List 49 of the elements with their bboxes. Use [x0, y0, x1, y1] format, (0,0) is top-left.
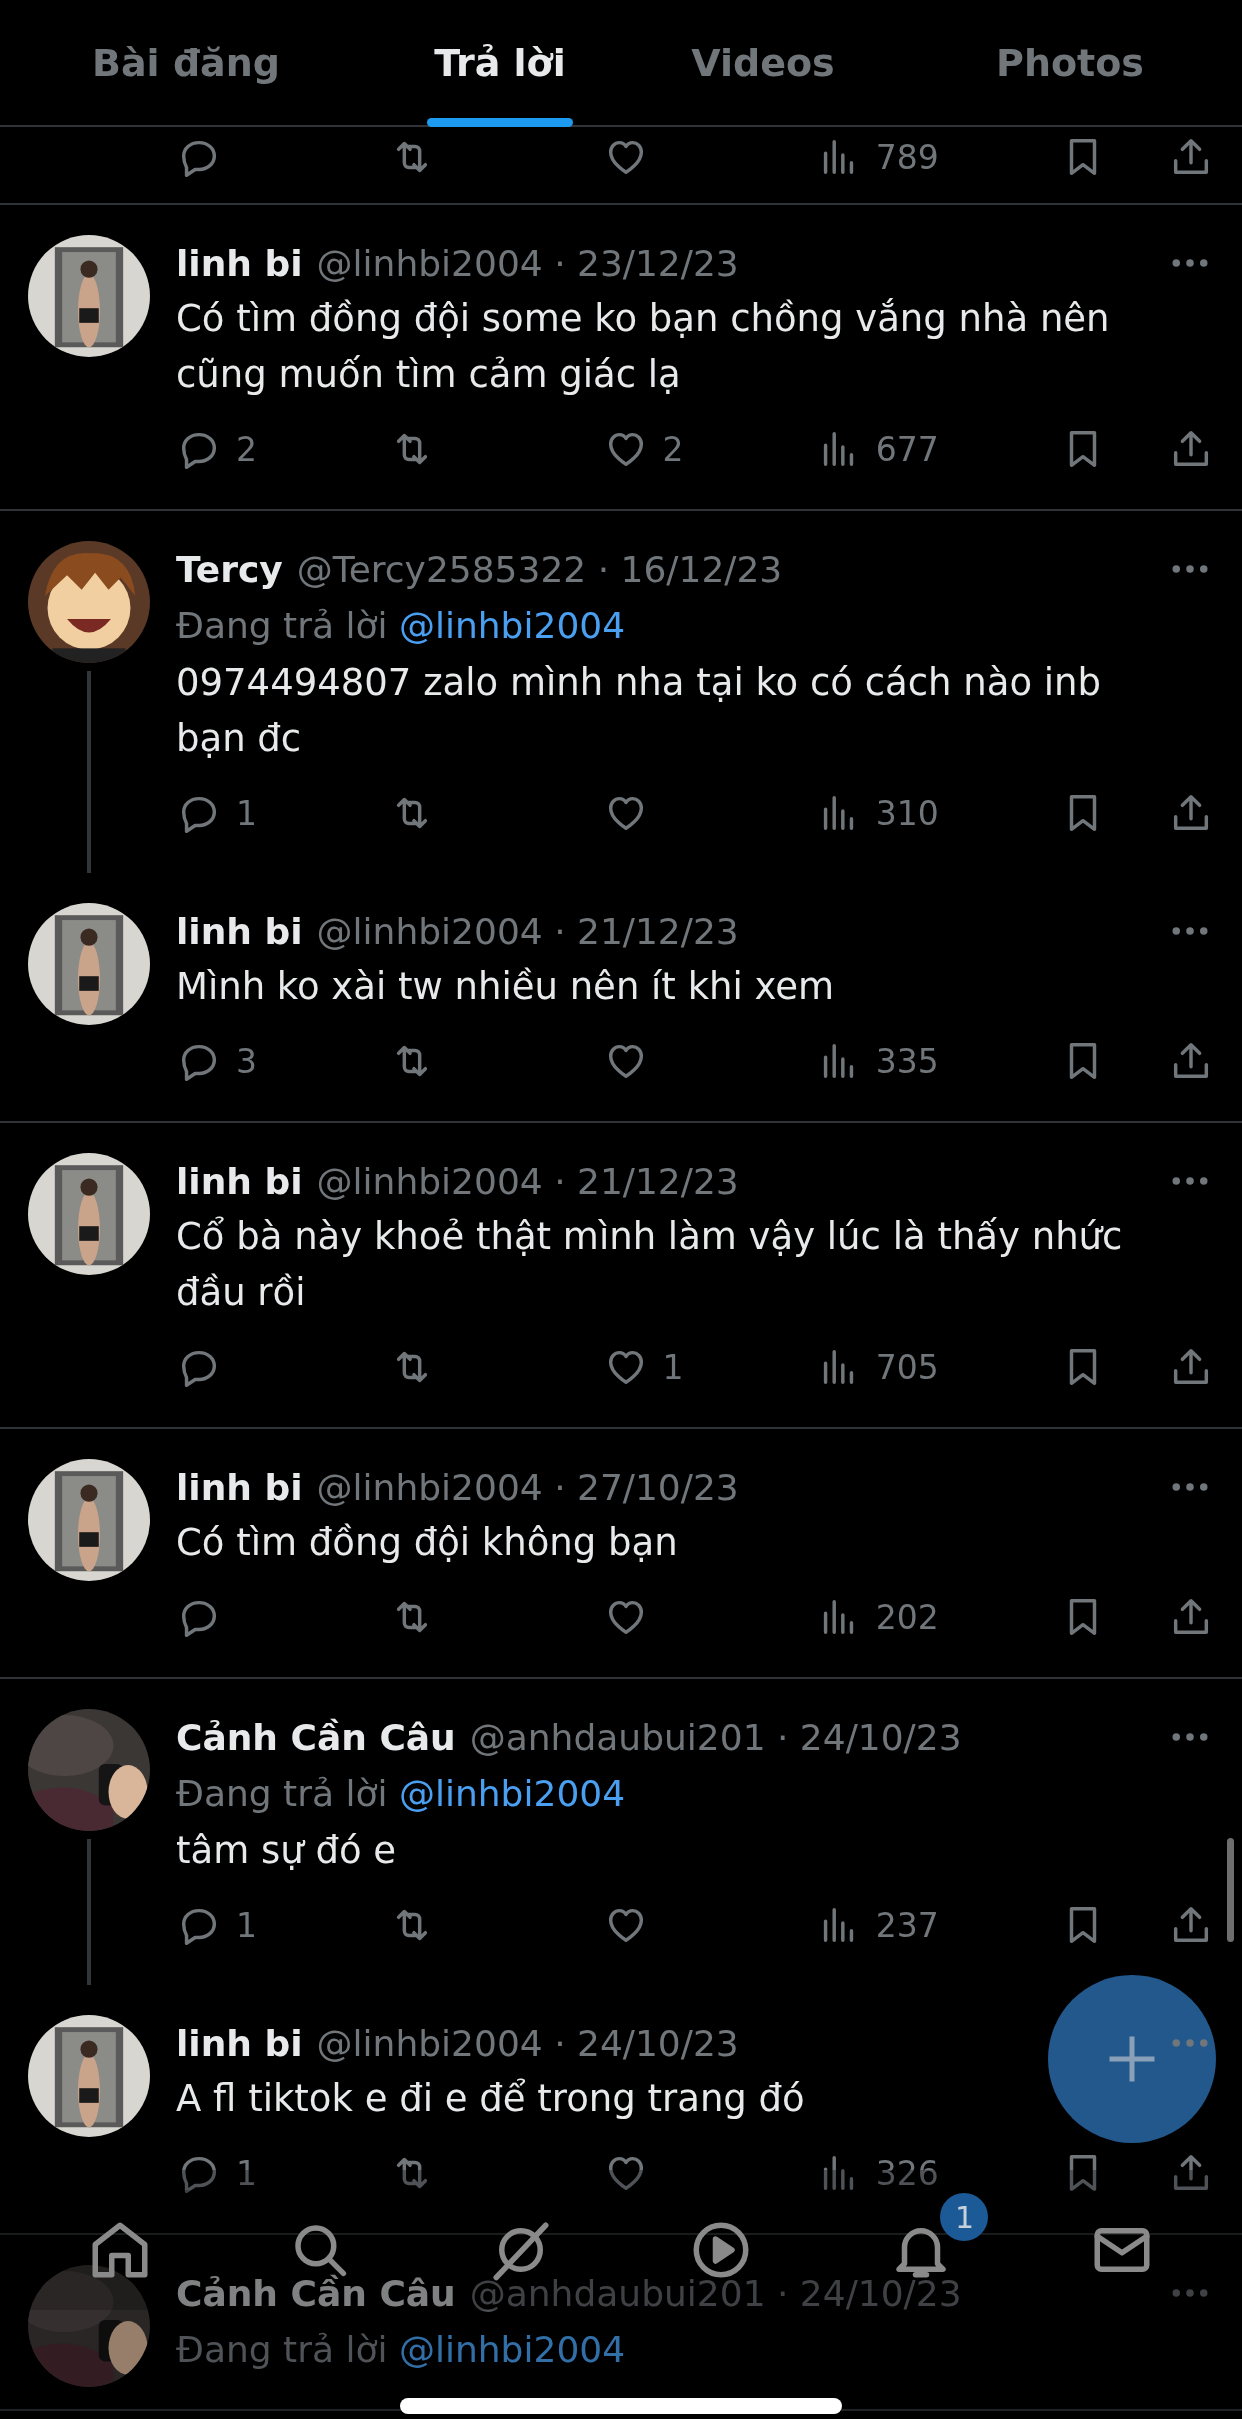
tweet-text: tâm sự đó e [176, 1828, 398, 1874]
tweet-text: Có tìm đồng đội không bạn [176, 1520, 679, 1566]
replying-to-label: Đang trả lời [176, 605, 388, 646]
author-name[interactable]: linh bi [176, 1466, 303, 1508]
handle-and-date: @Tercy2585322 · 16/12/23 [296, 548, 783, 590]
mention-link[interactable]: @linhbi2004 [399, 605, 626, 646]
tab[interactable]: Videos [628, 0, 898, 125]
view-count: 237 [875, 1905, 939, 1945]
reply-count: 1 [236, 2153, 257, 2193]
handle-and-date: @anhdaubui201 · 24/10/23 [469, 1716, 962, 1758]
tweet-text: Cổ bà này khoẻ thật mình làm vậy lúc là thấy nhức đầu rồi [176, 1214, 1124, 1316]
reply-count: 2 [236, 429, 257, 469]
reply-count: 1 [236, 793, 257, 833]
tab[interactable]: Bài đăng [0, 0, 372, 125]
author-name[interactable]: linh bi [176, 1160, 303, 1202]
reply-count: 1 [236, 1905, 257, 1945]
view-count: 202 [875, 1597, 939, 1637]
handle-and-date: @linhbi2004 · 23/12/23 [316, 242, 739, 284]
author-name[interactable]: Cảnh Cần Câu [176, 1716, 456, 1758]
handle-and-date: @linhbi2004 · 27/10/23 [316, 1466, 739, 1508]
tweet-text: Có tìm đồng đội some ko bạn chồng vắng nhà nên cũng muốn tìm cảm giác lạ [176, 296, 1111, 398]
handle-and-date: @linhbi2004 · 21/12/23 [316, 910, 739, 952]
author-name[interactable]: linh bi [176, 242, 303, 284]
view-count: 310 [875, 793, 939, 833]
replying-to-label: Đang trả lời [176, 1773, 388, 1814]
author-name[interactable]: Cảnh Cần Câu [176, 2272, 456, 2314]
handle-and-date: @linhbi2004 · 21/12/23 [316, 1160, 739, 1202]
mention-link[interactable]: @linhbi2004 [399, 1773, 626, 1814]
author-name[interactable]: linh bi [176, 2022, 303, 2064]
replying-to-label: Đang trả lời [176, 2329, 388, 2370]
tab[interactable]: Photos [898, 0, 1242, 125]
view-count: 677 [875, 429, 939, 469]
like-count: 2 [662, 429, 684, 469]
view-count: 335 [875, 1041, 939, 1081]
view-count: 789 [875, 137, 939, 177]
mention-link[interactable]: @linhbi2004 [399, 2329, 626, 2370]
author-name[interactable]: linh bi [176, 910, 303, 952]
tweet-text: A fl tiktok e đi e để trong trang đó [176, 2076, 806, 2122]
handle-and-date: @anhdaubui201 · 24/10/23 [469, 2272, 962, 2314]
tweet-text: 0974494807 zalo mình nha tại ko có cách nào inb bạn đc [176, 660, 1103, 762]
tab[interactable]: Trả lời [372, 0, 628, 125]
view-count: 326 [875, 2153, 939, 2193]
author-name[interactable]: Tercy [176, 548, 283, 590]
reply-count: 3 [236, 1041, 257, 1081]
handle-and-date: @linhbi2004 · 24/10/23 [316, 2022, 739, 2064]
like-count: 1 [662, 1347, 684, 1387]
notification-badge: 1 [940, 2193, 989, 2241]
tweet-text: Mình ko xài tw nhiều nên ít khi xem [176, 964, 836, 1010]
view-count: 705 [875, 1347, 939, 1387]
